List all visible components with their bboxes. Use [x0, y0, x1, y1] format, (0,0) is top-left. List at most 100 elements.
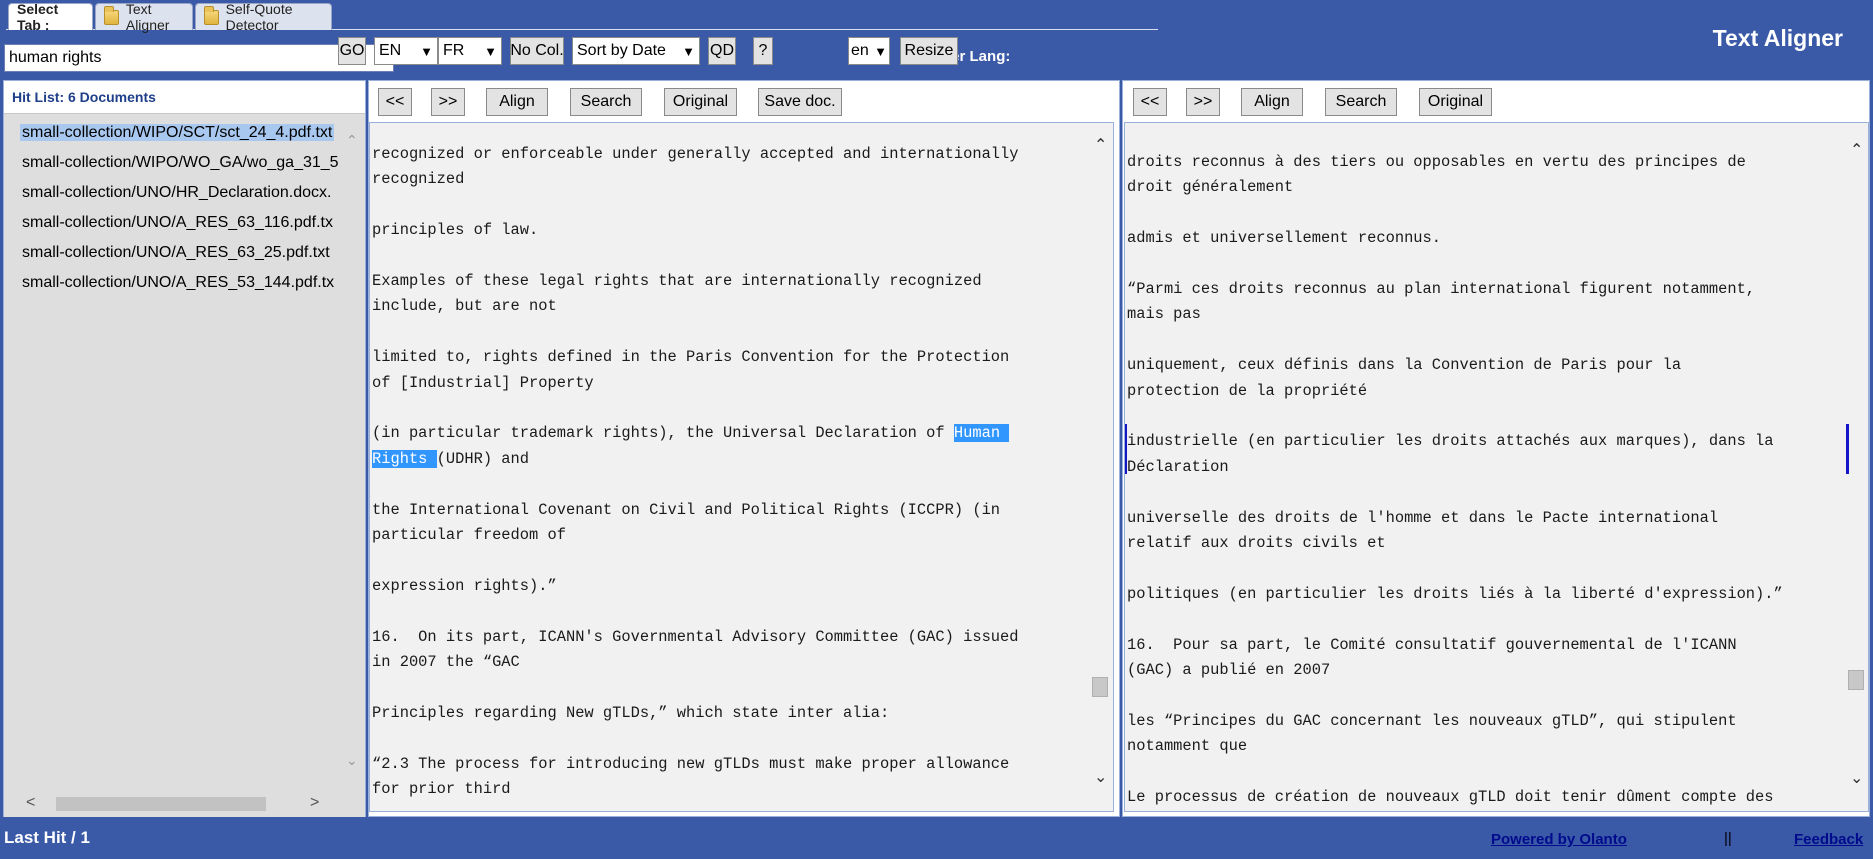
hit-list-body: small-collection/WIPO/SCT/sct_24_4.pdf.t…	[4, 113, 365, 817]
source-align-button[interactable]: Align	[486, 88, 548, 116]
app-title: Text Aligner	[1712, 25, 1843, 51]
hit-list-panel: Hit List: 6 Documents small-collection/W…	[3, 80, 366, 817]
hit-list-item[interactable]: small-collection/WIPO/SCT/sct_24_4.pdf.t…	[20, 122, 350, 152]
source-search-button[interactable]: Search	[570, 88, 642, 116]
source-save-button[interactable]: Save doc.	[758, 88, 842, 116]
text-paragraph: les “Principes du GAC concernant les nou…	[1127, 711, 1737, 756]
text-paragraph: politiques (en particulier les droits li…	[1127, 584, 1783, 603]
source-prev-button[interactable]: <<	[378, 88, 412, 116]
tab-bar: Select Tab : Text Aligner Self-Quote Det…	[0, 0, 1158, 33]
chevron-down-icon: ▼	[874, 43, 887, 59]
hit-list-item-label: small-collection/UNO/A_RES_63_25.pdf.txt	[22, 244, 330, 261]
text-paragraph: recognized or enforceable under generall…	[372, 145, 1019, 189]
scroll-down-icon[interactable]: ⌄	[1094, 767, 1107, 787]
scroll-down-icon[interactable]: ⌄	[346, 752, 358, 769]
source-original-button[interactable]: Original	[664, 88, 737, 116]
hit-list-item[interactable]: small-collection/UNO/A_RES_63_25.pdf.txt	[20, 242, 350, 272]
target-vertical-scrollbar[interactable]: ⌃ ⌄	[1848, 140, 1864, 795]
hit-list-horizontal-scrollbar[interactable]: < >	[10, 794, 350, 814]
text-paragraph: limited to, rights defined in the Paris …	[372, 348, 1010, 392]
source-text-area[interactable]: recognized or enforceable under generall…	[369, 122, 1114, 812]
scrollbar-thumb[interactable]	[56, 797, 266, 811]
alignment-marker	[1125, 424, 1127, 475]
no-col-button[interactable]: No Col.	[510, 37, 564, 65]
target-text-content: droits reconnus à des tiers ou opposable…	[1125, 150, 1849, 811]
hit-list-item[interactable]: small-collection/WIPO/WO_GA/wo_ga_31_5	[20, 152, 350, 182]
target-lang-value: FR	[443, 42, 465, 59]
hit-list-item[interactable]: small-collection/UNO/A_RES_63_116.pdf.tx	[20, 212, 350, 242]
tab-self-quote-detector[interactable]: Self-Quote Detector	[195, 1, 332, 33]
text-paragraph: universelle des droits de l'homme et dan…	[1127, 508, 1719, 553]
scrollbar-thumb[interactable]	[1092, 677, 1108, 697]
scroll-right-icon[interactable]: >	[310, 794, 319, 812]
target-lang-select[interactable]: FR ▼	[438, 37, 502, 65]
text-paragraph: Examples of these legal rights that are …	[372, 272, 982, 316]
sort-select[interactable]: Sort by Date ▼	[572, 37, 700, 65]
text-paragraph: 16. On its part, ICANN's Governmental Ad…	[372, 627, 1019, 672]
scrollbar-thumb[interactable]	[1848, 670, 1864, 690]
tab-select[interactable]: Select Tab :	[8, 1, 93, 33]
text-paragraph: uniquement, ceux définis dans la Convent…	[1127, 356, 1682, 400]
hit-list-vertical-scrollbar[interactable]: ⌃ ⌄	[344, 40, 360, 780]
chevron-down-icon: ▼	[484, 43, 497, 59]
resize-button[interactable]: Resize	[900, 37, 958, 65]
tab-select-label: Select Tab :	[17, 1, 59, 33]
last-hit-status: Last Hit / 1	[4, 828, 90, 847]
folder-icon	[204, 5, 219, 25]
scroll-down-icon[interactable]: ⌄	[1850, 768, 1863, 788]
source-next-button[interactable]: >>	[431, 88, 465, 116]
sort-value: Sort by Date	[577, 42, 666, 59]
target-align-button[interactable]: Align	[1241, 88, 1303, 116]
target-text-area[interactable]: droits reconnus à des tiers ou opposable…	[1124, 122, 1869, 812]
text-paragraph: “2.3 The process for introducing new gTL…	[372, 754, 1010, 799]
source-lang-value: EN	[379, 42, 402, 59]
text-paragraph-aligned: industrielle (en particulier les droits …	[1125, 424, 1849, 480]
search-highlight: Rights	[372, 449, 437, 468]
text-paragraph: admis et universellement reconnus.	[1127, 229, 1442, 248]
help-button[interactable]: ?	[753, 37, 773, 65]
folder-icon	[104, 5, 119, 25]
text-paragraph: expression rights).”	[372, 576, 557, 595]
hit-list-item[interactable]: small-collection/UNO/A_RES_53_144.pdf.tx	[20, 272, 350, 302]
text-paragraph: 16. Pour sa part, le Comité consultatif …	[1127, 635, 1737, 680]
hit-list-item[interactable]: small-collection/UNO/HR_Declaration.docx…	[20, 182, 350, 212]
hit-list-item-label: small-collection/UNO/A_RES_63_116.pdf.tx	[22, 214, 333, 231]
user-lang-select[interactable]: en ▼	[848, 37, 890, 65]
source-vertical-scrollbar[interactable]: ⌃ ⌄	[1092, 135, 1108, 795]
tab-self-quote-detector-label: Self-Quote Detector	[225, 1, 293, 33]
tab-text-aligner[interactable]: Text Aligner	[95, 1, 193, 33]
target-next-button[interactable]: >>	[1186, 88, 1220, 116]
feedback-link[interactable]: Feedback	[1794, 831, 1863, 848]
hit-list-item-label: small-collection/UNO/A_RES_53_144.pdf.tx	[22, 274, 335, 291]
text-paragraph: Principles regarding New gTLDs,” which s…	[372, 703, 890, 722]
target-search-button[interactable]: Search	[1325, 88, 1397, 116]
scroll-left-icon[interactable]: <	[26, 794, 35, 812]
scroll-up-icon[interactable]: ⌃	[346, 132, 358, 149]
target-original-button[interactable]: Original	[1419, 88, 1492, 116]
hit-list-title: Hit List: 6 Documents	[12, 89, 156, 105]
text-paragraph: Le processus de création de nouveaux gTL…	[1127, 788, 1774, 807]
scroll-up-icon[interactable]: ⌃	[1094, 135, 1107, 155]
hit-list-item-label: small-collection/WIPO/WO_GA/wo_ga_31_5	[22, 154, 339, 171]
text-paragraph: the International Covenant on Civil and …	[372, 500, 1001, 545]
source-text-content: recognized or enforceable under generall…	[372, 142, 1019, 811]
footer-separator: ||	[1724, 830, 1732, 847]
text-paragraph: droits reconnus à des tiers ou opposable…	[1127, 153, 1746, 197]
search-input[interactable]	[4, 44, 394, 72]
text-paragraph-aligned: (in particular trademark rights), the Un…	[372, 424, 1010, 468]
hit-list-items: small-collection/WIPO/SCT/sct_24_4.pdf.t…	[20, 122, 350, 802]
search-highlight: Human	[953, 424, 1010, 443]
text-paragraph: principles of law.	[372, 221, 539, 240]
text-paragraph: “Parmi ces droits reconnus au plan inter…	[1127, 280, 1756, 324]
chevron-down-icon: ▼	[420, 43, 433, 59]
source-lang-select[interactable]: EN ▼	[374, 37, 438, 65]
hit-list-item-label: small-collection/UNO/HR_Declaration.docx…	[22, 184, 332, 201]
hit-list-item-label: small-collection/WIPO/SCT/sct_24_4.pdf.t…	[20, 124, 335, 141]
target-prev-button[interactable]: <<	[1133, 88, 1167, 116]
tab-text-aligner-label: Text Aligner	[125, 1, 170, 33]
powered-by-link[interactable]: Powered by Olanto	[1491, 831, 1627, 848]
chevron-down-icon: ▼	[682, 43, 695, 59]
qd-button[interactable]: QD	[708, 37, 736, 65]
scroll-up-icon[interactable]: ⌃	[1850, 140, 1863, 160]
user-lang-value: en	[851, 42, 869, 59]
